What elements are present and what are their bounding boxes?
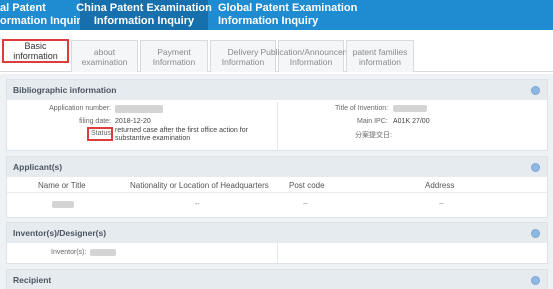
column-header-post-code: Post code: [289, 181, 325, 190]
panel-title: Bibliographic information: [13, 85, 117, 95]
nav-item-line: Information Inquiry: [218, 15, 319, 27]
main-ipc-label: Main IPC:: [357, 118, 388, 125]
applicant-post-code-cell: --: [303, 201, 308, 208]
status-value: returned case after the first office act…: [115, 127, 248, 142]
application-number-value-redacted: [115, 105, 163, 113]
nav-item-line: Information Inquiry: [93, 15, 195, 27]
title-of-invention-label: Title of Invention:: [335, 105, 389, 112]
status-label: Status:: [91, 130, 113, 137]
top-navigation: al Patent ormation Inquiry China Patent …: [0, 0, 553, 30]
tab-publication-announcement-information[interactable]: Publication/Announcement Information: [260, 40, 362, 72]
tab-about-examination[interactable]: about examination: [71, 40, 138, 72]
panel-header: Recipient: [7, 270, 547, 289]
column-header-address: Address: [425, 181, 455, 190]
main-ipc-value: A01K 27/00: [393, 118, 430, 125]
collapse-icon[interactable]: [531, 163, 540, 172]
panel-header: Bibliographic information: [7, 80, 547, 100]
tab-patent-families-information[interactable]: patent families information: [346, 40, 414, 72]
table-header: Name or Title Nationality or Location of…: [7, 177, 547, 193]
tab-payment-information[interactable]: Payment Information: [140, 40, 208, 72]
applicant-nationality-cell: --: [195, 201, 200, 208]
collapse-icon[interactable]: [531, 229, 540, 238]
filing-date-value: 2018-12-20: [115, 118, 151, 125]
column-header-name: Name or Title: [38, 181, 86, 190]
collapse-icon[interactable]: [531, 86, 540, 95]
tab-bar: Basic information about examination Paym…: [0, 30, 553, 74]
nav-item-line: China Patent Examination: [76, 2, 212, 14]
content-area: Bibliographic information Application nu…: [0, 74, 553, 289]
applicant-name-redacted: [52, 201, 74, 208]
nav-global-patent-examination[interactable]: Global Patent Examination Information In…: [208, 0, 357, 30]
division-submission-date-label: 分案提交日:: [355, 132, 392, 139]
panel-title: Applicant(s): [13, 162, 63, 172]
applicant-panel: Applicant(s) Name or Title Nationality o…: [6, 156, 548, 218]
panel-header: Applicant(s): [7, 157, 547, 177]
nav-item-line: ormation Inquiry: [0, 15, 87, 27]
tab-basic-information[interactable]: Basic information: [2, 39, 69, 63]
title-of-invention-value-redacted: [393, 105, 427, 112]
filing-date-label: filing date:: [79, 118, 111, 125]
nav-china-patent-examination[interactable]: China Patent Examination Information Inq…: [76, 0, 212, 30]
bibliographic-panel: Bibliographic information Application nu…: [6, 79, 548, 151]
panel-title: Inventor(s)/Designer(s): [13, 228, 107, 238]
application-number-label: Application number:: [49, 105, 111, 112]
nav-global-patent-information-inquiry[interactable]: al Patent ormation Inquiry: [0, 0, 87, 30]
inventor-panel: Inventor(s)/Designer(s) Inventor(s):: [6, 222, 548, 264]
inventor-label: Inventor(s):: [51, 249, 87, 256]
recipient-panel: Recipient: [6, 269, 548, 289]
collapse-icon[interactable]: [531, 276, 540, 285]
nav-item-line: Global Patent Examination: [218, 2, 358, 14]
inventor-value-redacted: [90, 249, 116, 256]
panel-header: Inventor(s)/Designer(s): [7, 223, 547, 243]
column-header-nationality: Nationality or Location of Headquarters: [130, 181, 269, 190]
panel-title: Recipient: [13, 275, 52, 285]
column-divider: [277, 243, 278, 263]
applicant-address-cell: --: [439, 201, 444, 208]
nav-item-line: al Patent: [0, 2, 46, 14]
